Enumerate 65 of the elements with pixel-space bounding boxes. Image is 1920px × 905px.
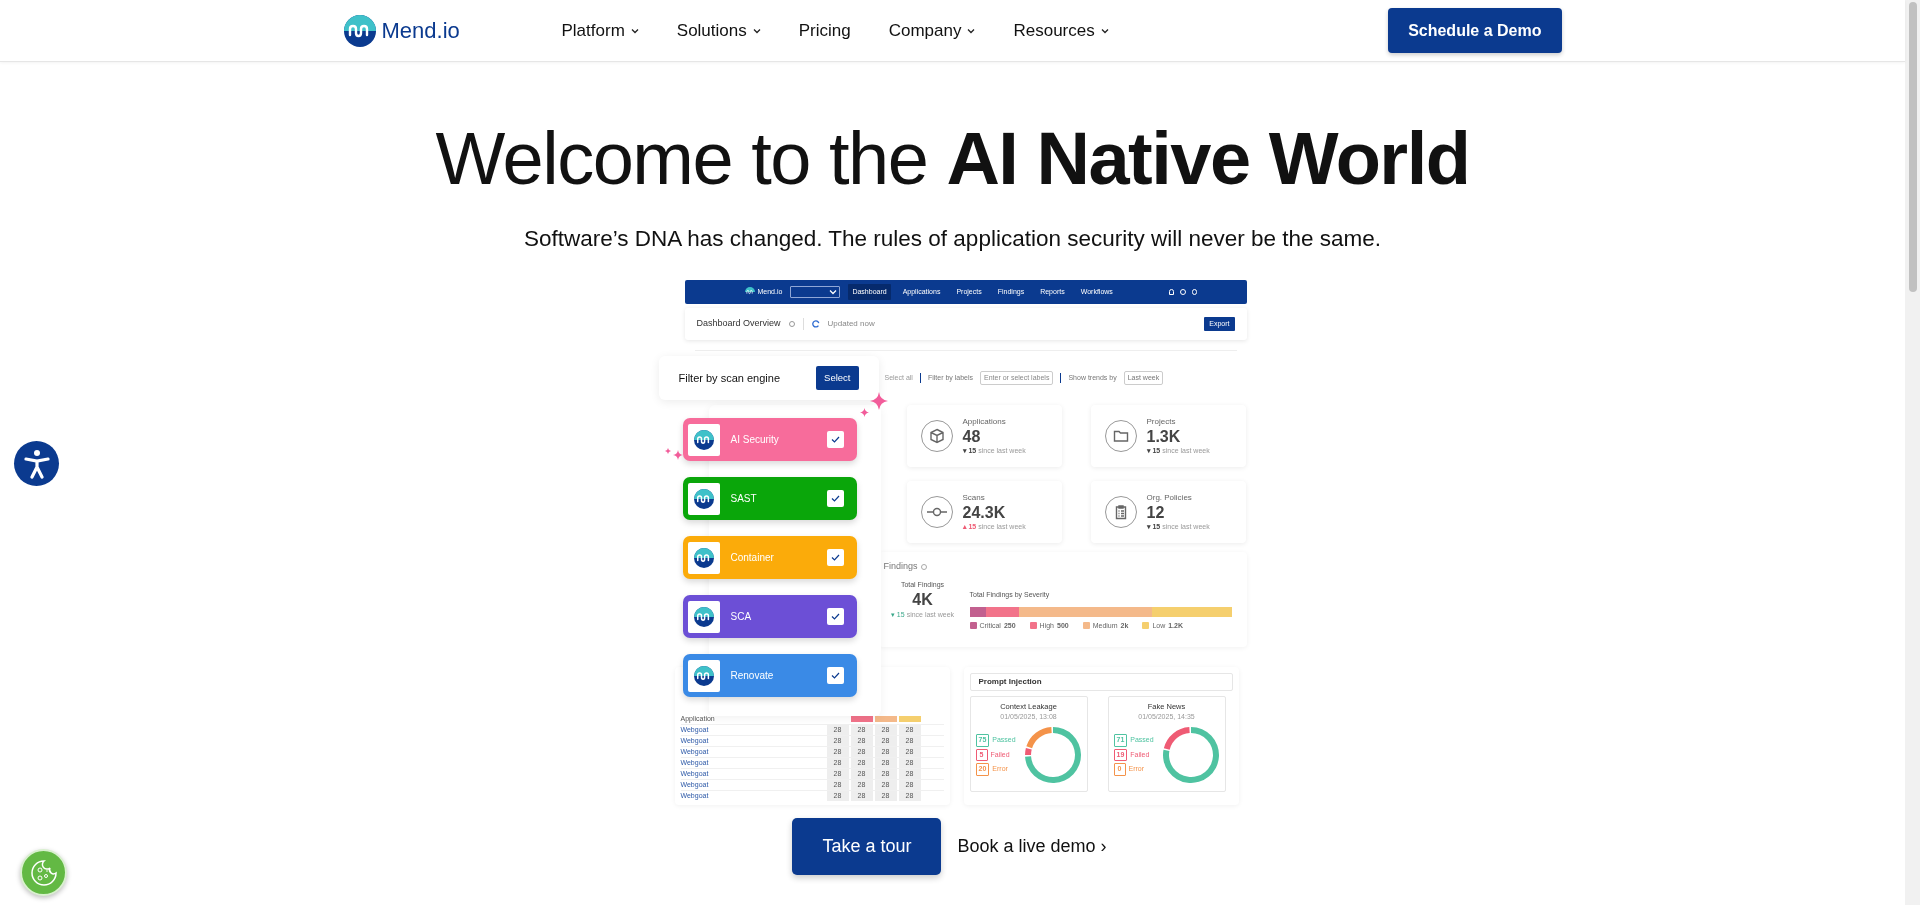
scrollbar-thumb[interactable]	[1908, 2, 1917, 292]
nav-link[interactable]: Resources	[1013, 17, 1109, 44]
stat-value: 1.3K	[1146, 427, 1182, 446]
accessibility-button[interactable]	[14, 441, 59, 486]
logo-icon	[343, 14, 376, 47]
logo-icon	[693, 429, 714, 450]
engine-option[interactable]: SCA	[682, 595, 857, 638]
findings-title: Findings	[883, 560, 918, 573]
engine-checkbox[interactable]	[826, 608, 844, 625]
engine-checkbox[interactable]	[826, 549, 844, 566]
engine-name: SAST	[730, 492, 758, 506]
checkmark-icon	[830, 672, 840, 679]
folder-icon	[1112, 428, 1129, 444]
hero-subtitle: Software’s DNA has changed. The rules of application security will never be the same.	[522, 225, 1383, 253]
nav-link[interactable]: Pricing	[798, 17, 851, 44]
stat-title: Projects	[1146, 415, 1177, 428]
nav-link[interactable]: Platform	[561, 17, 639, 44]
cube-icon	[928, 428, 945, 444]
stat-title: Org. Policies	[1146, 491, 1193, 504]
stat-title: Scans	[962, 491, 986, 504]
chevron-down-icon	[630, 27, 639, 34]
take-tour-button[interactable]: Take a tour	[792, 818, 942, 875]
nav-link[interactable]: Solutions	[676, 17, 761, 44]
cookie-icon	[29, 858, 58, 887]
chevron-down-icon	[752, 27, 761, 34]
engine-checkbox[interactable]	[826, 667, 844, 684]
engine-checkbox[interactable]	[826, 431, 844, 448]
chevron-down-icon	[829, 289, 838, 295]
engine-name: Renovate	[730, 669, 775, 683]
prompt-injection-header: Prompt Injection	[969, 673, 1233, 691]
brand-logo[interactable]: Mend.io	[343, 14, 460, 47]
stat-title: Applications	[962, 415, 1007, 428]
hero-title: Welcome to the AI Native World	[434, 116, 1471, 202]
refresh-icon[interactable]	[811, 320, 820, 328]
engine-name: Container	[730, 551, 775, 565]
schedule-demo-button[interactable]: Schedule a Demo	[1388, 8, 1562, 53]
chevron-down-icon	[967, 27, 976, 34]
filter-label: Filter by scan engine	[678, 370, 780, 386]
checkmark-icon	[830, 613, 840, 620]
book-demo-link[interactable]: Book a live demo ›	[957, 833, 1107, 860]
engine-option[interactable]: Renovate	[682, 654, 857, 697]
accessibility-icon	[22, 448, 51, 479]
checkmark-icon	[830, 436, 840, 443]
logo-icon	[693, 547, 714, 568]
workspace-dropdown[interactable]	[790, 286, 841, 298]
commit-icon	[926, 507, 947, 517]
engine-name: SCA	[730, 610, 753, 624]
stat-value: 12	[1146, 503, 1166, 522]
nav-link[interactable]: Company	[888, 17, 976, 44]
engine-name: AI Security	[730, 433, 780, 447]
logo-icon	[744, 287, 755, 297]
total-findings-value: 4K	[912, 590, 933, 610]
stat-value: 48	[962, 427, 982, 446]
select-button[interactable]: Select	[816, 365, 859, 391]
chevron-down-icon	[1100, 27, 1109, 34]
logo-icon	[693, 606, 714, 627]
checkmark-icon	[830, 554, 840, 561]
checkmark-icon	[830, 495, 840, 502]
overview-title: Dashboard Overview	[696, 317, 781, 331]
logo-icon	[693, 488, 714, 509]
scrollbar[interactable]	[1905, 0, 1920, 905]
stat-value: 24.3K	[962, 503, 1007, 522]
engine-checkbox[interactable]	[826, 490, 844, 507]
logo-icon	[693, 665, 714, 686]
update-status: Updated now	[827, 318, 875, 330]
